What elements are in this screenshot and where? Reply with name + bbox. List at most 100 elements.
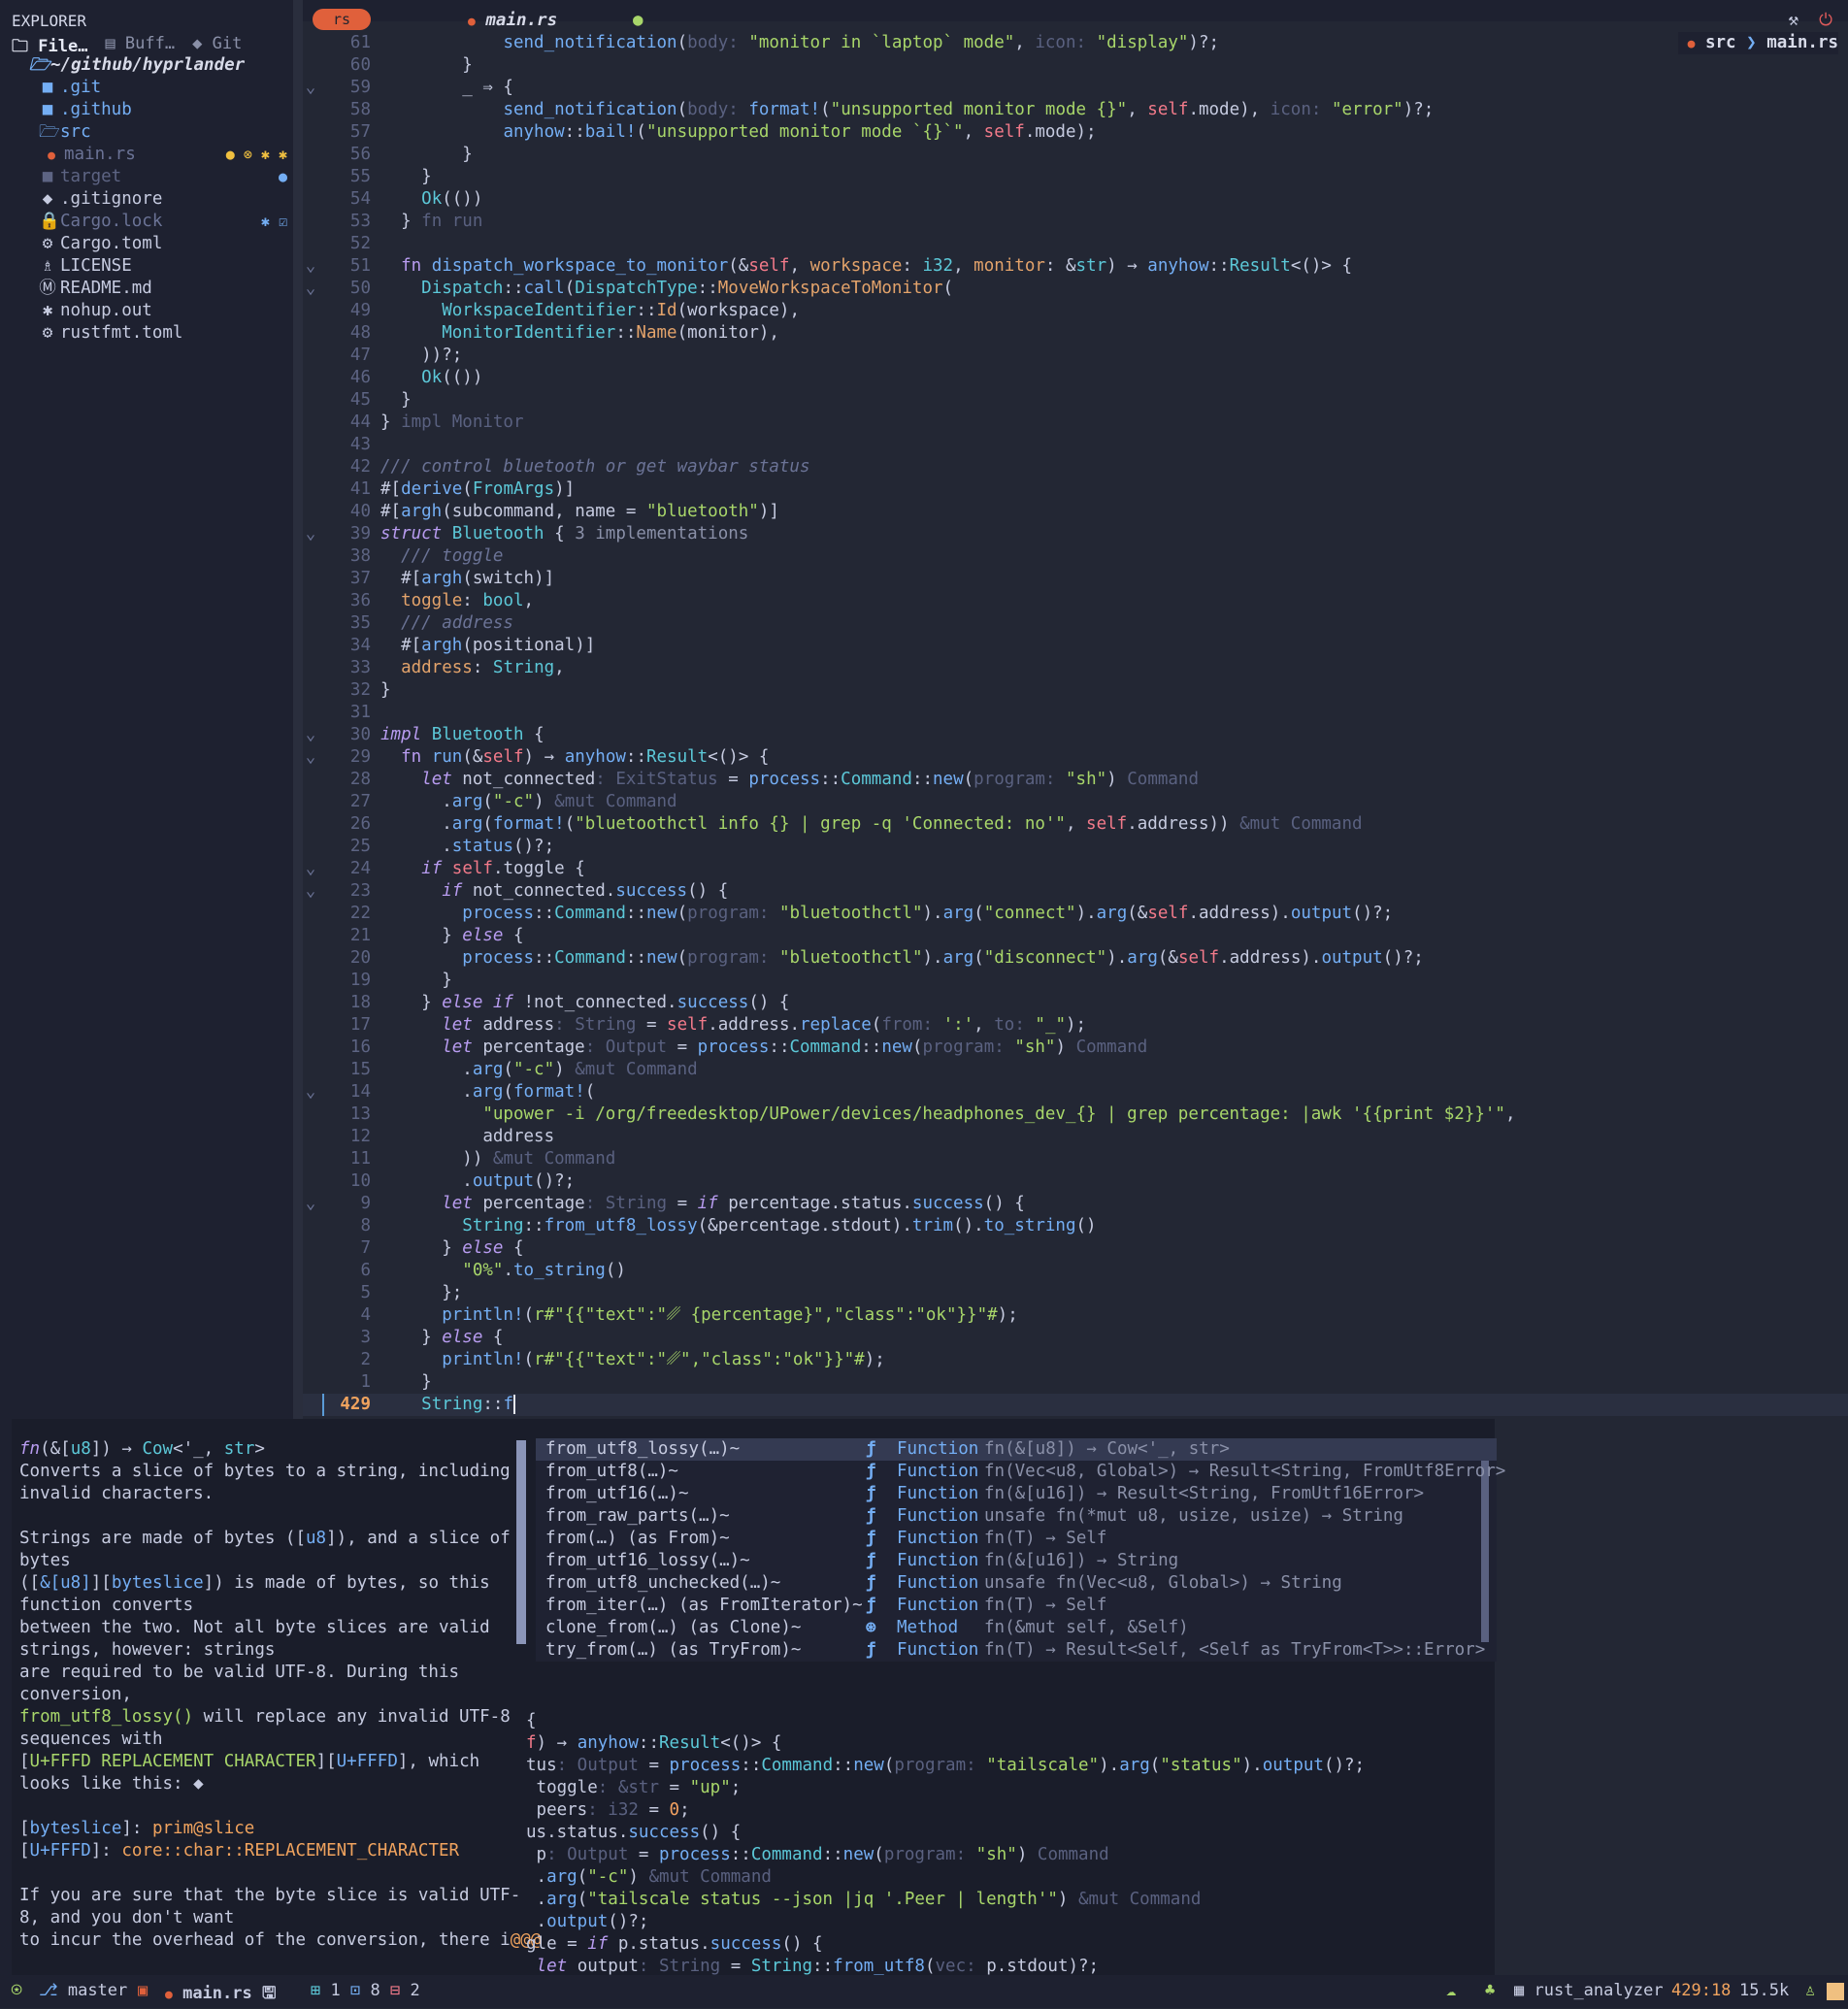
- code-line[interactable]: 61 send_notification(body: "monitor in `…: [303, 32, 1848, 54]
- tree-item[interactable]: ⚙ rustfmt.toml: [0, 322, 293, 345]
- code-line[interactable]: 42 /// control bluetooth or get waybar st…: [303, 456, 1848, 478]
- line-number: 56: [349, 145, 371, 164]
- status-file[interactable]: ● main.rs 🖫: [165, 1981, 276, 2009]
- code-line[interactable]: 49 WorkspaceIdentifier::Id(workspace),: [303, 300, 1848, 322]
- tree-item[interactable]: 🗁src: [0, 121, 293, 144]
- code-line[interactable]: 56 }: [303, 144, 1848, 166]
- code-line[interactable]: 5 };: [303, 1282, 1848, 1304]
- tree-item[interactable]: ■ target ●: [0, 166, 293, 188]
- code-line[interactable]: 43: [303, 434, 1848, 456]
- code-line[interactable]: 41 #[derive(FromArgs)]: [303, 478, 1848, 501]
- completion-item[interactable]: from(…) (as From)~ ƒ Function fn(T) → Self: [536, 1528, 1497, 1550]
- code-line[interactable]: 7 } else {: [303, 1237, 1848, 1260]
- code-line[interactable]: 48 MonitorIdentifier::Name(monitor),: [303, 322, 1848, 345]
- code-line[interactable]: 11 )) &mut Command: [303, 1148, 1848, 1170]
- code-line[interactable]: 8 String::from_utf8_lossy(&percentage.st…: [303, 1215, 1848, 1237]
- tab-main-rs[interactable]: ● main.rs: [468, 11, 557, 30]
- code-line[interactable]: 53 } fn run: [303, 211, 1848, 233]
- code-line[interactable]: 27 .arg("-c") &mut Command: [303, 791, 1848, 813]
- code-line[interactable]: 1 }: [303, 1371, 1848, 1394]
- code-area[interactable]: 61 send_notification(body: "monitor in `…: [303, 32, 1848, 1416]
- completion-item[interactable]: from_utf8(…)~ ƒ Function fn(Vec<u8, Global>…: [536, 1461, 1505, 1483]
- code-line[interactable]: ⌄ 59 _ ⇒ {: [303, 77, 1848, 99]
- lsp-status[interactable]: ▦ rust_analyzer: [1514, 1981, 1664, 2000]
- code-line[interactable]: 45 }: [303, 389, 1848, 412]
- wand-icon[interactable]: ⚒: [1789, 11, 1799, 30]
- code-line[interactable]: 6 "0%".to_string(): [303, 1260, 1848, 1282]
- code-line[interactable]: 58 send_notification(body: format!("unsu…: [303, 99, 1848, 121]
- code-line[interactable]: 2 println!(r#"{{"text":"␥","class":"ok"}…: [303, 1349, 1848, 1371]
- code-line[interactable]: ⌄ 9 let percentage: String = if percentag…: [303, 1193, 1848, 1215]
- code-line[interactable]: 15 .arg("-c") &mut Command: [303, 1059, 1848, 1081]
- code-line[interactable]: 55 }: [303, 166, 1848, 188]
- tree-root[interactable]: 🗁~/github/hyprlander: [0, 54, 293, 77]
- tree-item[interactable]: Ⓜ README.md: [0, 278, 293, 300]
- code-line[interactable]: 25 .status()?;: [303, 836, 1848, 858]
- code-line[interactable]: ⌄ 23 if not_connected.success() {: [303, 880, 1848, 903]
- tree-item[interactable]: ■ .github: [0, 99, 293, 121]
- code-line[interactable]: 10 .output()?;: [303, 1170, 1848, 1193]
- code-line[interactable]: 28 let not_connected: ExitStatus = proce…: [303, 769, 1848, 791]
- tree-item[interactable]: ⚙ Cargo.toml: [0, 233, 293, 255]
- completion-item[interactable]: from_iter(…) (as FromIterator)~ ƒ Function…: [536, 1595, 1497, 1617]
- code-line[interactable]: 18 } else if !not_connected.success() {: [303, 992, 1848, 1014]
- code-line[interactable]: ⌄ 39 struct Bluetooth { 3 implementations: [303, 523, 1848, 545]
- breadcrumb-dir[interactable]: src: [1705, 33, 1736, 52]
- code-line[interactable]: 17 let address: String = self.address.re…: [303, 1014, 1848, 1037]
- code-line[interactable]: ⌄ 50 Dispatch::call(DispatchType::MoveWor…: [303, 278, 1848, 300]
- power-icon[interactable]: ⏻: [1819, 11, 1832, 30]
- line-text: let percentage: Output = process::Comman…: [442, 1037, 1148, 1057]
- line-text: if not_connected.success() {: [442, 881, 729, 901]
- tree-item[interactable]: ◆ .gitignore: [0, 188, 293, 211]
- code-line[interactable]: ⌄ 30 impl Bluetooth {: [303, 724, 1848, 746]
- code-line[interactable]: 35 /// address: [303, 612, 1848, 635]
- code-line[interactable]: 57 anyhow::bail!("unsupported monitor mo…: [303, 121, 1848, 144]
- line-text: #[argh(subcommand, name = "bluetooth")]: [380, 502, 779, 521]
- code-line[interactable]: 52: [303, 233, 1848, 255]
- code-line[interactable]: ⌄ 14 .arg(format!(: [303, 1081, 1848, 1103]
- code-line[interactable]: 4 println!(r#"{{"text":"␥ {percentage}",…: [303, 1304, 1848, 1327]
- code-line[interactable]: 44} impl Monitor: [303, 412, 1848, 434]
- doc-scrollbar[interactable]: [516, 1440, 526, 1644]
- code-line[interactable]: 21 } else {: [303, 925, 1848, 947]
- code-line[interactable]: 40 #[argh(subcommand, name = "bluetooth")…: [303, 501, 1848, 523]
- code-line[interactable]: ⌄ 24 if self.toggle {: [303, 858, 1848, 880]
- code-line[interactable]: 54 Ok(()): [303, 188, 1848, 211]
- completion-item[interactable]: from_utf16(…)~ ƒ Function fn(&[u16]) → Resu…: [536, 1483, 1497, 1505]
- tree-item[interactable]: 🔒Cargo.lock ✱ ☑: [0, 211, 293, 233]
- code-line[interactable]: 26 .arg(format!("bluetoothctl info {} | …: [303, 813, 1848, 836]
- code-line[interactable]: ⌄ 51 fn dispatch_workspace_to_monitor(&se…: [303, 255, 1848, 278]
- current-line[interactable]: 429 String::f​: [303, 1394, 1848, 1416]
- breadcrumb-file[interactable]: main.rs: [1766, 33, 1838, 52]
- completion-item[interactable]: try_from(…) (as TryFrom)~ ƒ Function fn(T) …: [536, 1639, 1497, 1662]
- code-line[interactable]: 12 address: [303, 1126, 1848, 1148]
- tree-item[interactable]: ♗ LICENSE: [0, 255, 293, 278]
- code-line[interactable]: ⌄ 29 fn run(&self) → anyhow::Result<()> {: [303, 746, 1848, 769]
- code-line[interactable]: 37 #[argh(switch)]: [303, 568, 1848, 590]
- code-line[interactable]: 33 address: String,: [303, 657, 1848, 679]
- completion-item[interactable]: clone_from(…) (as Clone)~ ⊛ Method fn(&mut …: [536, 1617, 1497, 1639]
- completion-item[interactable]: from_utf16_lossy(…)~ ƒ Function fn(&[u16]) …: [536, 1550, 1497, 1572]
- completion-item[interactable]: from_raw_parts(…)~ ƒ Function unsafe fn(*mu…: [536, 1505, 1497, 1528]
- code-line[interactable]: 13 "upower -i /org/freedesktop/UPower/de…: [303, 1103, 1848, 1126]
- git-branch[interactable]: ⎇ master: [39, 1981, 127, 2000]
- tree-item[interactable]: ■ .git: [0, 77, 293, 99]
- code-line[interactable]: 20 process::Command::new(program: "bluet…: [303, 947, 1848, 970]
- completion-item[interactable]: from_utf8_lossy(…)~ ƒ Function fn(&[u8]) → …: [536, 1438, 1497, 1461]
- line-number: 58: [349, 100, 371, 119]
- code-line[interactable]: 46 Ok(()): [303, 367, 1848, 389]
- code-line[interactable]: 3 } else {: [303, 1327, 1848, 1349]
- code-line[interactable]: 36 toggle: bool,: [303, 590, 1848, 612]
- tree-item[interactable]: ● main.rs ● ⊗ ✱ ✱: [0, 144, 293, 166]
- code-line[interactable]: 34 #[argh(positional)]: [303, 635, 1848, 657]
- code-line[interactable]: 38 /// toggle: [303, 545, 1848, 568]
- code-line[interactable]: 31: [303, 702, 1848, 724]
- code-line[interactable]: 60 }: [303, 54, 1848, 77]
- code-line[interactable]: 32}: [303, 679, 1848, 702]
- code-line[interactable]: 47 ))?;: [303, 345, 1848, 367]
- code-line[interactable]: 22 process::Command::new(program: "bluet…: [303, 903, 1848, 925]
- completion-item[interactable]: from_utf8_unchecked(…)~ ƒ Function unsafe f…: [536, 1572, 1497, 1595]
- code-line[interactable]: 16 let percentage: Output = process::Com…: [303, 1037, 1848, 1059]
- tree-item[interactable]: ✱ nohup.out: [0, 300, 293, 322]
- code-line[interactable]: 19 }: [303, 970, 1848, 992]
